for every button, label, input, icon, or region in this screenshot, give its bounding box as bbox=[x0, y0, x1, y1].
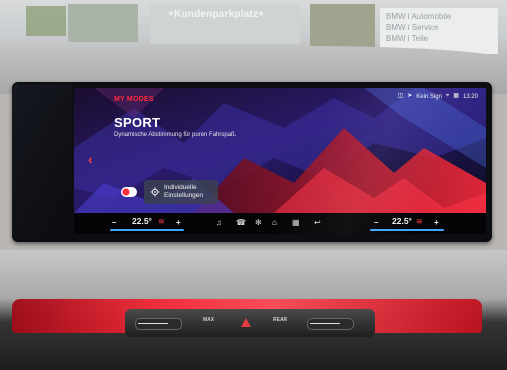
shop-sign: +Kundenparkplatz+ bbox=[168, 9, 265, 20]
infotainment-screen: ◫ ➤ Kein Sign ⌖ ▦ 13:20 MY MODES SPORT D… bbox=[74, 88, 486, 234]
individual-settings-button[interactable]: Individuelle Einstellungen bbox=[144, 180, 218, 204]
signal-status: Kein Sign bbox=[416, 93, 442, 100]
back-chevron-icon[interactable]: ‹ bbox=[88, 151, 93, 167]
settings-label: Individuelle Einstellungen bbox=[164, 184, 204, 199]
mode-title: SPORT bbox=[114, 115, 161, 130]
climate-bar: – 22.5° ≋ + ♫ ☎ ✻ ⌂ ▦ ↩ – 22.5° ≋ + bbox=[74, 213, 486, 234]
apps-icon[interactable]: ▦ bbox=[292, 218, 300, 228]
right-temp-down-button[interactable]: – bbox=[374, 218, 378, 227]
rear-defrost-button[interactable]: REAR bbox=[273, 317, 287, 323]
mode-toggle-button[interactable] bbox=[118, 184, 140, 200]
left-temp-up-button[interactable]: + bbox=[176, 218, 181, 227]
right-temp-slider[interactable] bbox=[307, 318, 354, 330]
music-icon[interactable]: ♫ bbox=[216, 218, 222, 228]
seat-heat-icon[interactable]: ≋ bbox=[158, 217, 165, 226]
toggle-icon bbox=[121, 187, 137, 197]
clock: 13:20 bbox=[462, 93, 478, 100]
hazard-icon[interactable] bbox=[241, 318, 251, 327]
gear-icon bbox=[150, 187, 160, 197]
left-temp-slider[interactable] bbox=[135, 318, 182, 330]
message-icon: ▦ bbox=[453, 93, 459, 99]
phone-icon[interactable]: ☎ bbox=[236, 218, 246, 228]
right-seat-heat-icon[interactable]: ≋ bbox=[416, 217, 423, 226]
right-temp-up-button[interactable]: + bbox=[434, 218, 439, 227]
home-icon[interactable]: ⌂ bbox=[272, 218, 277, 228]
phone-signal-icon: ◫ bbox=[397, 93, 404, 99]
driver-display bbox=[12, 84, 72, 240]
location-icon: ➤ bbox=[407, 93, 413, 99]
climate-control-bar: MAX REAR bbox=[125, 309, 375, 337]
fan-icon[interactable]: ✻ bbox=[255, 218, 262, 228]
right-temperature[interactable]: 22.5° bbox=[392, 216, 412, 226]
max-button[interactable]: MAX bbox=[203, 317, 214, 323]
my-modes-label: MY MODES bbox=[114, 96, 154, 103]
left-temperature[interactable]: 22.5° bbox=[132, 216, 152, 226]
mode-description: Dynamische Abstimmung für puren Fahrspaß… bbox=[114, 132, 237, 138]
wifi-icon: ⌖ bbox=[445, 93, 450, 99]
status-bar: ◫ ➤ Kein Sign ⌖ ▦ 13:20 bbox=[398, 93, 478, 100]
right-temp-indicator bbox=[370, 229, 444, 231]
left-temp-indicator bbox=[110, 229, 184, 231]
call-icon[interactable]: ↩ bbox=[314, 218, 321, 228]
left-temp-down-button[interactable]: – bbox=[112, 218, 116, 227]
